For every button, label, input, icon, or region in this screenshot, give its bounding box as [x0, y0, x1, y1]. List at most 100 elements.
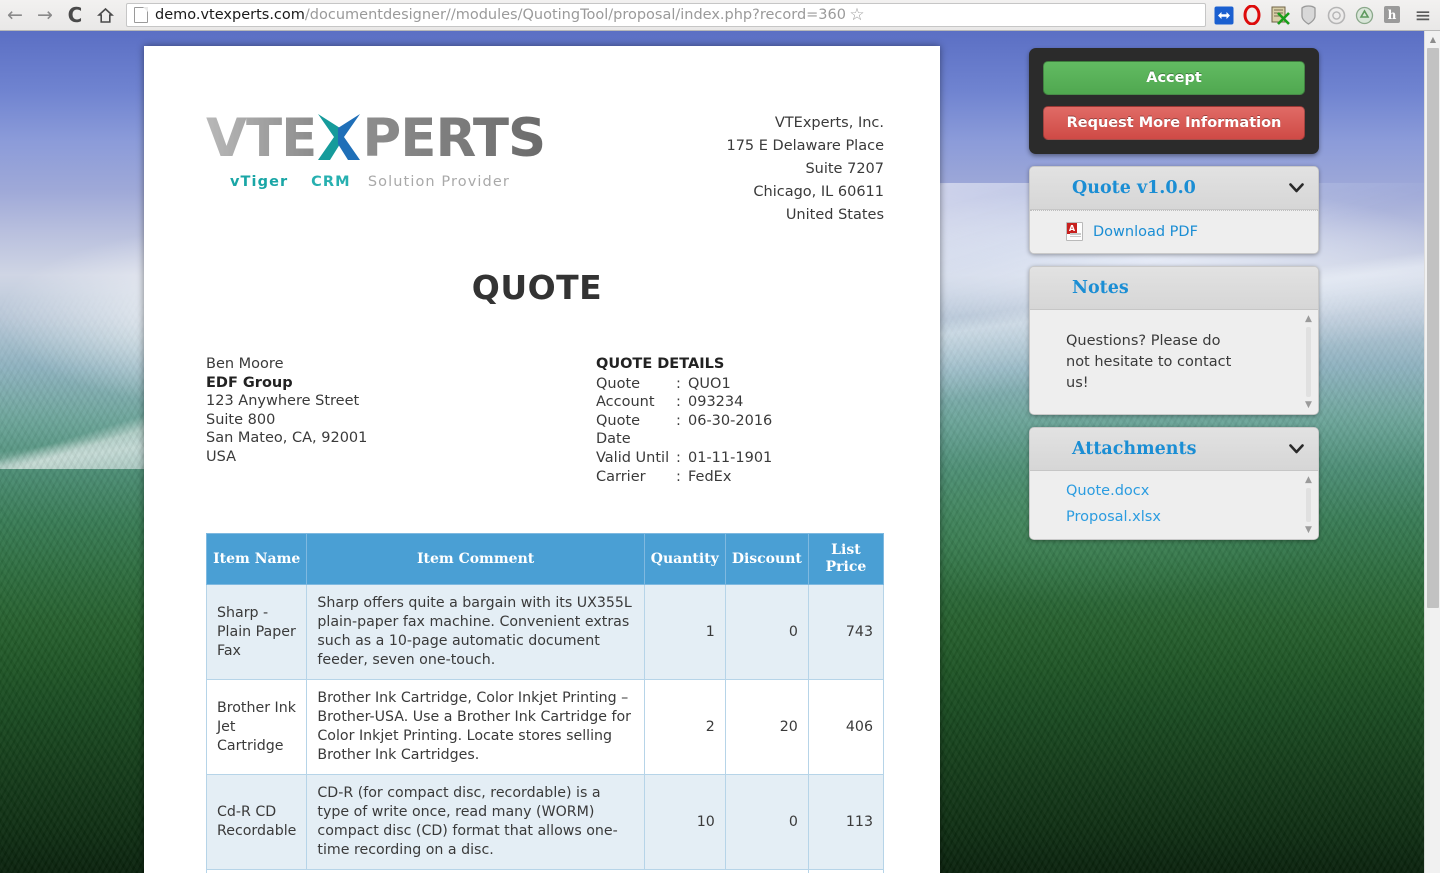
chevron-down-icon[interactable] [1289, 442, 1304, 457]
quote-document: VTE PERTS vTiger CRM Solution Provider V… [144, 46, 940, 873]
recycle-extension-icon[interactable] [1350, 2, 1378, 28]
url-bar[interactable]: demo.vtexperts.com/documentdesigner//mod… [126, 3, 1206, 27]
bill-to-suite: Suite 800 [206, 411, 276, 428]
download-pdf-link[interactable]: Download PDF [1093, 224, 1198, 240]
cell-item-comment: CD-R (for compact disc, recordable) is a… [306, 774, 645, 871]
summary-row: Pre Tax Total 2,398.5 [206, 869, 885, 873]
quote-details-row: Quote Date : 06-30-2016 [596, 412, 772, 449]
attachment-link[interactable]: Proposal.xlsx [1066, 499, 1304, 525]
vtexperts-logo: VTE PERTS vTiger CRM Solution Provider [206, 106, 546, 227]
quote-details-row: Quote : QUO1 [596, 375, 772, 394]
summary-label: Pre Tax Total [206, 869, 809, 873]
url-text: demo.vtexperts.com/documentdesigner//mod… [155, 7, 846, 23]
quote-panel-title: Quote v1.0.0 [1072, 178, 1196, 198]
cell-item-comment: Brother Ink Cartridge, Color Inkjet Prin… [306, 679, 645, 776]
quote-details-value: 093234 [688, 394, 744, 411]
home-icon[interactable] [90, 1, 120, 29]
quote-version-panel: Quote v1.0.0 Download PDF [1029, 166, 1319, 254]
column-header-quantity: Quantity [643, 533, 726, 586]
company-address-line: Suite 7207 [805, 161, 884, 177]
svg-text:h: h [1388, 8, 1397, 22]
tagline-crm: CRM [311, 174, 351, 190]
notes-panel-header[interactable]: Notes [1030, 267, 1318, 310]
scroll-up-arrow-icon[interactable]: ▲ [1425, 31, 1440, 48]
reload-icon[interactable]: C [60, 1, 90, 29]
quote-details-heading: QUOTE DETAILS [596, 356, 725, 372]
scroll-track[interactable] [1306, 488, 1311, 522]
quote-details-row: Valid Until : 01-11-1901 [596, 449, 772, 468]
hypothesis-extension-icon[interactable]: h [1378, 2, 1406, 28]
quote-details-colon: : [676, 412, 681, 429]
cell-discount: 20 [724, 679, 809, 776]
company-address-line: VTExperts, Inc. [774, 115, 884, 131]
company-address-line: 175 E Delaware Place [726, 138, 884, 154]
opera-extension-icon[interactable] [1238, 2, 1266, 28]
column-header-discount: Discount [724, 533, 809, 586]
logo-vte-text: VTE [206, 108, 317, 169]
bidirectional-arrows-extension-icon[interactable] [1210, 2, 1238, 28]
scroll-down-arrow-icon[interactable]: ▼ [1303, 525, 1314, 535]
cell-item-comment: Sharp offers quite a bargain with its UX… [306, 584, 645, 681]
forward-arrow-icon[interactable]: → [30, 1, 60, 29]
document-header: VTE PERTS vTiger CRM Solution Provider V… [144, 86, 940, 227]
attachment-link[interactable]: Quote.docx [1066, 473, 1304, 499]
back-arrow-icon[interactable]: ← [0, 1, 30, 29]
scroll-up-arrow-icon[interactable]: ▲ [1303, 314, 1314, 324]
attachments-panel-title: Attachments [1072, 439, 1197, 459]
cell-discount: 0 [724, 584, 809, 681]
attachments-panel-body: Quote.docx Proposal.xlsx ▲ ▼ [1030, 471, 1318, 539]
logo-perts-text: PERTS [362, 108, 546, 169]
cell-list-price: 113 [807, 774, 885, 871]
notes-panel-body: Questions? Please do not hesitate to con… [1030, 310, 1318, 414]
url-path: /documentdesigner//modules/QuotingTool/p… [304, 7, 846, 23]
shield-extension-icon[interactable] [1294, 2, 1322, 28]
quote-details-value: 01-11-1901 [688, 449, 773, 466]
notes-panel: Notes Questions? Please do not hesitate … [1029, 266, 1319, 415]
page-scrollbar[interactable]: ▲ [1424, 31, 1440, 873]
browser-toolbar: ← → C demo.vtexperts.com/documentdesigne… [0, 0, 1440, 31]
page-document-icon [134, 7, 148, 23]
scroll-up-arrow-icon[interactable]: ▲ [1303, 475, 1314, 485]
browser-menu-icon[interactable]: ≡ [1406, 2, 1440, 28]
quote-details-label: Quote Date [596, 412, 641, 448]
table-header-row: Item Name Item Comment Quantity Discount… [205, 533, 885, 586]
company-address: VTExperts, Inc. 175 E Delaware Place Sui… [726, 106, 884, 227]
quote-details-label: Account [596, 394, 655, 411]
pdf-file-icon [1066, 222, 1083, 241]
accept-button[interactable]: Accept [1043, 61, 1305, 95]
scrollbar-thumb[interactable] [1427, 48, 1439, 608]
request-more-information-button[interactable]: Request More Information [1043, 106, 1305, 140]
table-row: Sharp - Plain Paper Fax Sharp offers qui… [205, 584, 885, 681]
bill-to-company: EDF Group [206, 374, 293, 391]
cell-item-name: Sharp - Plain Paper Fax [205, 584, 308, 681]
quote-details-label: Carrier [596, 468, 646, 485]
quote-details-value: 06-30-2016 [688, 412, 773, 429]
quote-details-row: Account : 093234 [596, 393, 772, 412]
notes-panel-title: Notes [1072, 278, 1129, 298]
logo-tagline: vTiger CRM Solution Provider [230, 174, 545, 190]
bookmark-star-icon[interactable]: ☆ [846, 5, 868, 25]
adblock-extension-icon[interactable] [1266, 2, 1294, 28]
page-viewport: VTE PERTS vTiger CRM Solution Provider V… [0, 31, 1440, 873]
column-header-list-price: List Price [807, 533, 885, 586]
quote-details-value: QUO1 [688, 375, 731, 392]
notes-text: Questions? Please do not hesitate to con… [1066, 333, 1232, 391]
bill-to-city: San Mateo, CA, 92001 [206, 430, 368, 447]
quote-panel-header[interactable]: Quote v1.0.0 [1030, 167, 1318, 210]
chevron-down-icon[interactable] [1289, 181, 1304, 196]
scroll-track[interactable] [1306, 327, 1311, 397]
download-pdf-row[interactable]: Download PDF [1066, 211, 1304, 241]
url-host: demo.vtexperts.com [155, 7, 305, 23]
attachments-scrollbar[interactable]: ▲ ▼ [1303, 475, 1314, 535]
cell-item-name: Cd-R CD Recordable [205, 774, 308, 871]
quote-panel-body: Download PDF [1030, 210, 1318, 253]
scroll-down-arrow-icon[interactable]: ▼ [1303, 400, 1314, 410]
action-panel: Accept Request More Information [1029, 48, 1319, 154]
logo-x-icon [316, 106, 362, 160]
attachments-panel-header[interactable]: Attachments [1030, 428, 1318, 471]
cell-quantity: 1 [643, 584, 726, 681]
circle-extension-icon[interactable] [1322, 2, 1350, 28]
summary-value: 2,398.5 [807, 869, 885, 873]
bill-to-address: Ben Moore EDF Group 123 Anywhere Street … [206, 355, 596, 486]
notes-scrollbar[interactable]: ▲ ▼ [1303, 314, 1314, 410]
